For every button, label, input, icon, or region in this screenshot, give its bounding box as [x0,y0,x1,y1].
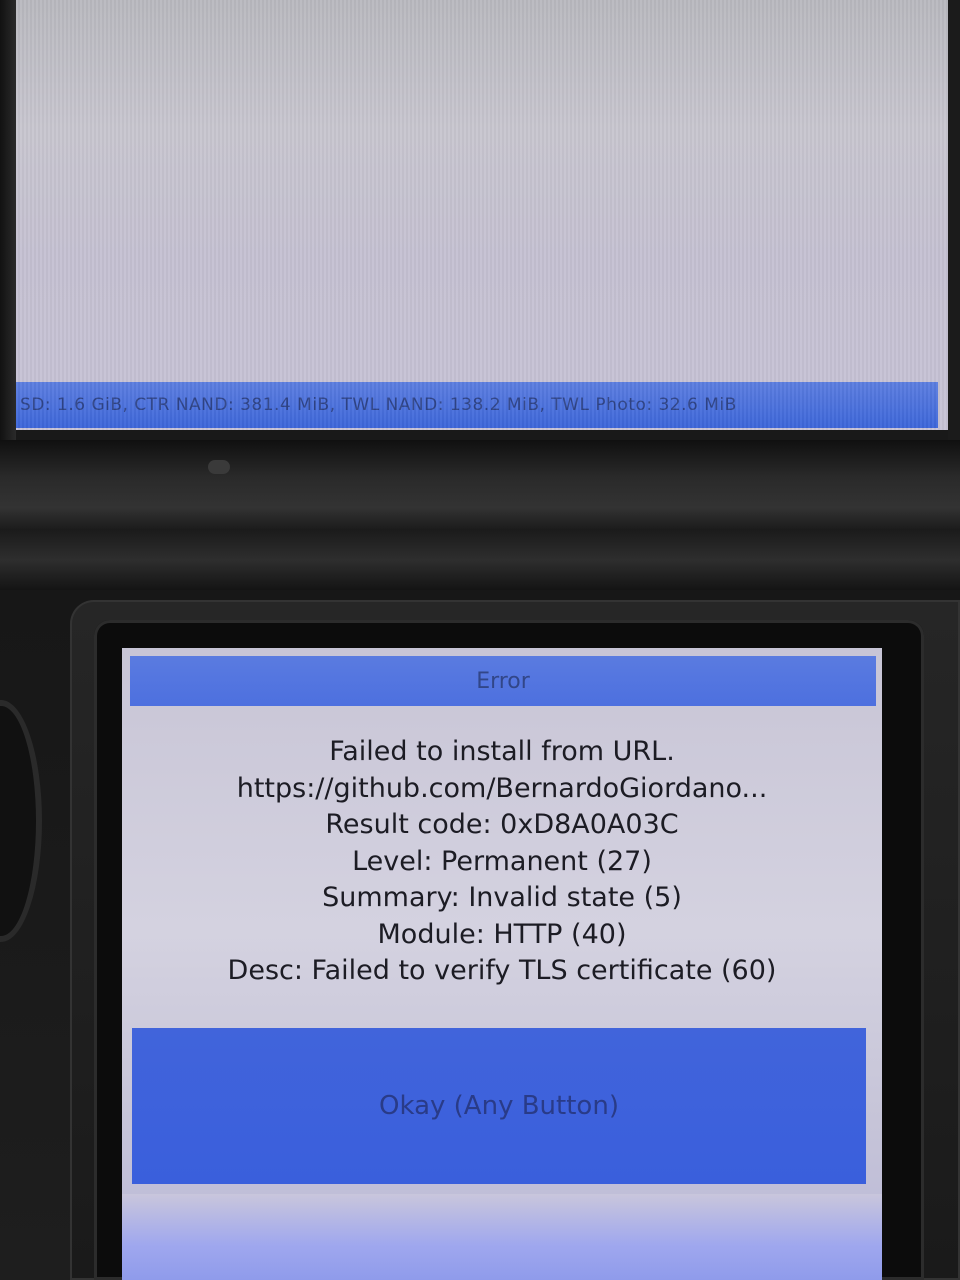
top-left-bezel [0,0,16,440]
dialog-title-bar: Error [130,656,876,706]
top-screen: SD: 1.6 GiB, CTR NAND: 381.4 MiB, TWL NA… [0,0,950,430]
bottom-screen-footer [122,1194,882,1280]
dialog-title: Error [476,668,530,694]
hinge [0,440,960,590]
error-line-result-code: Result code: 0xD8A0A03C [325,809,679,840]
okay-button[interactable]: Okay (Any Button) [132,1028,866,1184]
hinge-led-indicator [208,460,230,474]
3ds-device: SD: 1.6 GiB, CTR NAND: 381.4 MiB, TWL NA… [0,0,960,1280]
okay-button-label: Okay (Any Button) [379,1091,619,1121]
error-line-description: Desc: Failed to verify TLS certificate (… [227,955,777,986]
error-line-level: Level: Permanent (27) [352,845,652,877]
top-right-bezel [948,0,960,440]
bottom-screen: Error Failed to install from URL. https:… [122,648,882,1280]
error-line-module: Module: HTTP (40) [377,918,627,950]
storage-status-text: SD: 1.6 GiB, CTR NAND: 381.4 MiB, TWL NA… [20,395,737,415]
error-message: Failed to install from URL. https://gith… [122,734,882,990]
error-line-url: https://github.com/BernardoGiordano... [236,772,768,804]
storage-status-bar: SD: 1.6 GiB, CTR NAND: 381.4 MiB, TWL NA… [16,382,938,428]
error-line-summary: Failed to install from URL. [329,736,675,767]
error-line-summary-state: Summary: Invalid state (5) [322,882,682,913]
circle-pad [0,700,42,942]
